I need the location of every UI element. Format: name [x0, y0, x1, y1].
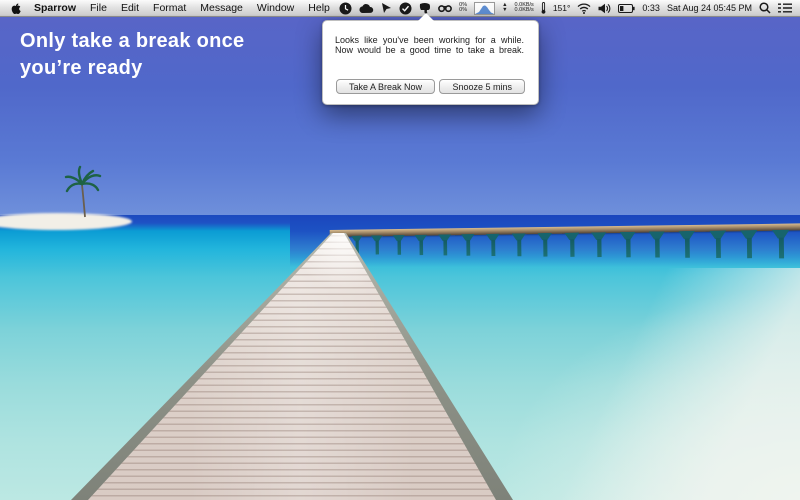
menu-bar: Sparrow File Edit Format Message Window …	[0, 0, 800, 17]
apple-icon[interactable]	[8, 2, 27, 15]
spotlight-search-icon[interactable]	[759, 2, 771, 14]
palm-tree	[64, 160, 106, 218]
battery-icon[interactable]	[618, 4, 635, 13]
menu-bar-left: Sparrow File Edit Format Message Window …	[8, 2, 337, 15]
popover-message: Looks like you've been working for a whi…	[335, 36, 524, 55]
menu-bar-clock[interactable]: Sat Aug 24 05:45 PM	[667, 3, 752, 13]
network-speeds[interactable]: 0.0KB/s 0.0KB/s	[515, 3, 534, 14]
menu-file[interactable]: File	[83, 2, 114, 14]
menu-help[interactable]: Help	[301, 2, 337, 14]
menu-message[interactable]: Message	[193, 2, 250, 14]
headline-line1: Only take a break once	[20, 28, 244, 55]
popover-message-line2: Now would be a good time to take a break…	[335, 46, 524, 56]
popover-buttons: Take A Break Now Snooze 5 mins	[323, 79, 538, 94]
menu-edit[interactable]: Edit	[114, 2, 146, 14]
cpu-load-icon[interactable]: 0%0%	[459, 3, 467, 14]
desktop: Only take a break once you’re ready Spar…	[0, 0, 800, 500]
download-speed: 0.0KB/s	[515, 8, 534, 14]
notification-center-icon[interactable]	[778, 3, 792, 13]
popover-arrow	[418, 13, 434, 21]
network-arrows-icon[interactable]: ▲▼	[502, 3, 507, 14]
menu-format[interactable]: Format	[146, 2, 193, 14]
wifi-icon[interactable]	[577, 3, 591, 14]
volume-icon[interactable]	[598, 3, 611, 14]
desktop-headline: Only take a break once you’re ready	[20, 28, 244, 82]
menu-window[interactable]: Window	[250, 2, 301, 14]
temperature-reading[interactable]: 151°	[553, 3, 571, 13]
thermometer-icon[interactable]	[541, 2, 546, 14]
take-break-button[interactable]: Take A Break Now	[336, 79, 435, 94]
snooze-button[interactable]: Snooze 5 mins	[439, 79, 525, 94]
break-reminder-popover: Looks like you've been working for a whi…	[322, 20, 539, 105]
menu-bar-status: 0%0% ▲▼ 0.0KB/s 0.0KB/s 151° 0:33	[339, 2, 792, 15]
cloud-icon[interactable]	[359, 3, 374, 14]
check-badge-icon[interactable]	[399, 2, 412, 15]
headline-line2: you’re ready	[20, 55, 244, 82]
binoculars-icon[interactable]	[438, 3, 452, 13]
pointer-icon[interactable]	[381, 2, 392, 14]
timer-clock-icon[interactable]	[339, 2, 352, 15]
battery-time[interactable]: 0:33	[642, 3, 660, 13]
cpu-history-graph-icon[interactable]	[474, 2, 495, 15]
menu-app-name[interactable]: Sparrow	[27, 2, 83, 14]
boardwalk	[40, 230, 540, 500]
